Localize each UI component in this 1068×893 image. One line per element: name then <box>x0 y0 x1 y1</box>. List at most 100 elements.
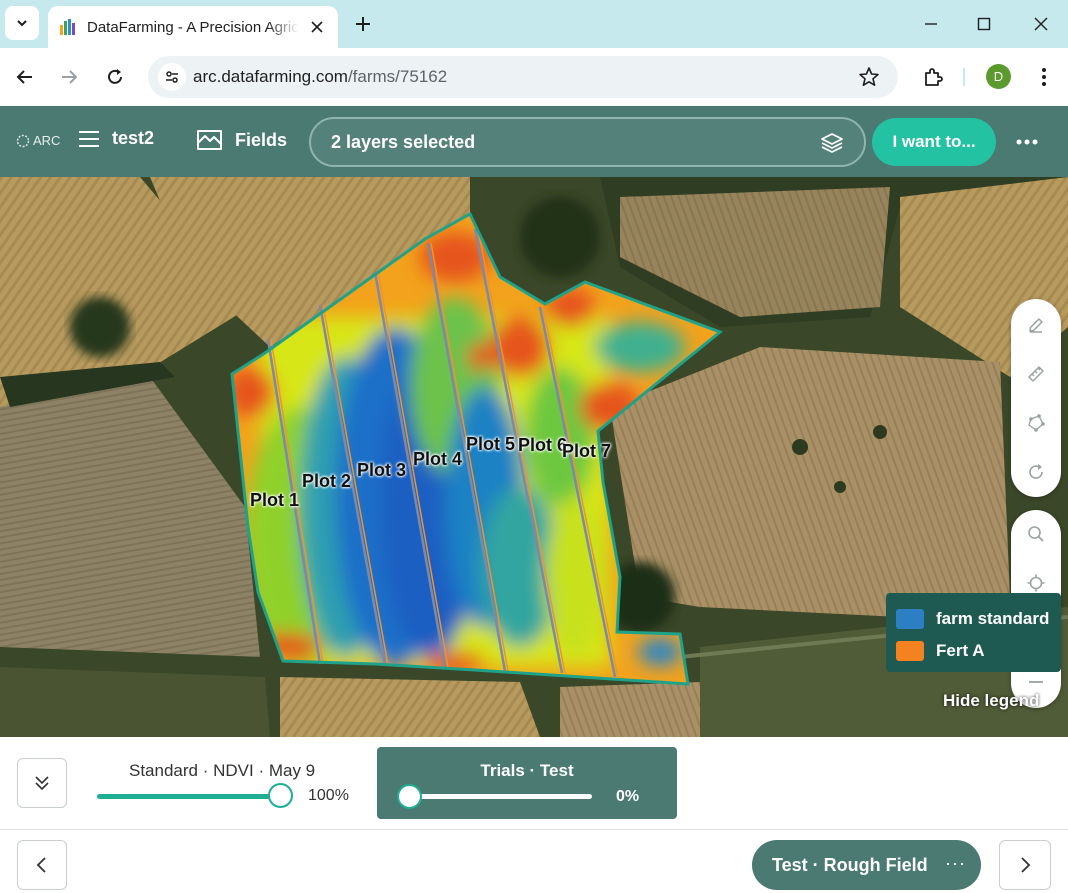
farm-name: test2 <box>112 128 155 148</box>
legend-swatch-fert-a <box>896 641 924 661</box>
browser-tab-strip: DataFarming - A Precision Agriculture <box>0 0 1068 48</box>
address-bar[interactable]: arc.datafarming.com/farms/75162 <box>148 56 898 98</box>
next-field-button[interactable] <box>999 840 1051 890</box>
polygon-tool-button[interactable] <box>1024 411 1048 435</box>
layers-icon <box>821 133 843 153</box>
map-view[interactable]: Plot 1 Plot 2 Plot 3 Plot 4 Plot 5 Plot … <box>0 177 1068 737</box>
trials-opacity-track[interactable] <box>407 794 592 799</box>
fields-button[interactable]: Fields <box>196 128 287 152</box>
standard-opacity-track[interactable] <box>97 794 280 799</box>
legend-label: Fert A <box>936 641 985 660</box>
layers-label: 2 layers selected <box>331 132 476 152</box>
fields-label: Fields <box>235 129 288 150</box>
arrow-right-icon <box>62 70 78 84</box>
datafarming-favicon-icon <box>60 19 75 35</box>
app-header: ARC test2 Fields 2 layers selected I wan… <box>0 106 1068 177</box>
chevron-left-icon <box>36 857 46 873</box>
hamburger-icon <box>79 130 99 147</box>
plot-label-2: Plot 2 <box>302 471 352 491</box>
arrow-left-icon <box>16 70 32 84</box>
panel-divider <box>0 829 1068 830</box>
new-tab-button[interactable] <box>350 11 376 37</box>
collapse-panel-button[interactable] <box>17 758 67 808</box>
reload-button[interactable] <box>100 62 130 92</box>
tab-title: DataFarming - A Precision Agriculture <box>87 18 299 36</box>
url-text: arc.datafarming.com/farms/75162 <box>193 67 447 87</box>
maximize-icon <box>977 17 991 31</box>
trials-layer-title: Trials · Test <box>480 761 574 780</box>
more-vertical-icon <box>1042 68 1046 86</box>
plot-label-4: Plot 4 <box>413 449 463 469</box>
legend-item: Fert A <box>896 635 1051 667</box>
arc-logo-icon <box>16 134 30 147</box>
trials-layer-control: Trials · Test 0% <box>377 747 677 819</box>
edit-tool-button[interactable] <box>1024 313 1048 337</box>
chevron-down-icon <box>17 20 27 27</box>
ruler-icon <box>1028 366 1044 382</box>
double-chevron-down-icon <box>35 776 49 791</box>
redo-icon <box>1029 464 1043 479</box>
maximize-button[interactable] <box>970 10 998 38</box>
arc-logo[interactable]: ARC <box>16 133 60 148</box>
search-map-button[interactable] <box>1024 522 1048 546</box>
legend-swatch-farm-standard <box>896 609 924 629</box>
current-field-label: Test · Rough Field <box>772 855 928 875</box>
back-button[interactable] <box>10 62 40 92</box>
tab-search-button[interactable] <box>5 6 39 40</box>
close-icon <box>1034 17 1048 31</box>
extensions-button[interactable] <box>918 62 948 92</box>
standard-layer-title: Standard · NDVI · May 9 <box>129 761 316 780</box>
trials-opacity-thumb[interactable] <box>397 784 422 809</box>
map-fields-icon <box>197 130 222 150</box>
tab-close-button[interactable] <box>308 18 326 36</box>
plot-label-5: Plot 5 <box>466 434 516 454</box>
reload-icon <box>108 69 122 84</box>
minus-icon <box>1029 681 1043 683</box>
url-domain: arc.datafarming.com <box>193 67 348 86</box>
browser-toolbar: arc.datafarming.com/farms/75162 D <box>0 48 1068 106</box>
map-legend: farm standard Fert A <box>886 593 1061 672</box>
farm-menu-button[interactable]: test2 <box>78 128 154 149</box>
star-icon[interactable] <box>858 66 880 88</box>
crosshair-icon <box>1027 574 1045 592</box>
search-icon <box>1028 526 1044 542</box>
close-icon <box>311 21 323 33</box>
layers-selector[interactable]: 2 layers selected <box>309 117 866 167</box>
plus-icon <box>356 17 370 31</box>
previous-field-button[interactable] <box>17 840 67 890</box>
redo-tool-button[interactable] <box>1024 460 1048 484</box>
i-want-to-button[interactable]: I want to... <box>872 118 996 166</box>
plot-label-7: Plot 7 <box>562 441 612 461</box>
pencil-icon <box>1029 318 1043 333</box>
header-more-button[interactable] <box>1012 128 1042 156</box>
standard-opacity-fill <box>97 794 280 799</box>
locate-button[interactable] <box>1024 571 1048 595</box>
toolbar-separator <box>963 68 965 86</box>
standard-opacity-value: 100% <box>308 787 349 804</box>
tune-icon <box>166 71 178 83</box>
field-options-button[interactable]: ··· <box>945 853 966 874</box>
browser-menu-button[interactable] <box>1030 62 1058 92</box>
minimize-button[interactable] <box>917 10 945 38</box>
polygon-icon <box>1028 414 1045 432</box>
bottom-panel: Standard · NDVI · May 9 100% Trials · Te… <box>0 737 1068 893</box>
current-field-pill[interactable]: Test · Rough Field ··· <box>752 840 981 890</box>
hide-legend-link[interactable]: Hide legend <box>943 691 1039 711</box>
minimize-icon <box>925 23 937 25</box>
measure-tool-button[interactable] <box>1024 362 1048 386</box>
profile-avatar[interactable]: D <box>986 64 1011 89</box>
plot-label-6: Plot 6 <box>518 435 568 455</box>
drawing-tools-panel <box>1011 299 1061 497</box>
logo-text: ARC <box>33 133 61 148</box>
url-path: /farms/75162 <box>347 67 448 86</box>
window-close-button[interactable] <box>1027 10 1055 38</box>
legend-item: farm standard <box>896 603 1051 635</box>
puzzle-icon <box>925 68 943 86</box>
browser-tab[interactable]: DataFarming - A Precision Agriculture <box>48 6 338 48</box>
more-horizontal-icon <box>1016 139 1038 145</box>
standard-opacity-thumb[interactable] <box>267 783 293 808</box>
forward-button[interactable] <box>54 62 84 92</box>
site-info-button[interactable] <box>158 63 186 91</box>
plot-label-1: Plot 1 <box>250 490 300 510</box>
trials-opacity-value: 0% <box>616 788 640 805</box>
